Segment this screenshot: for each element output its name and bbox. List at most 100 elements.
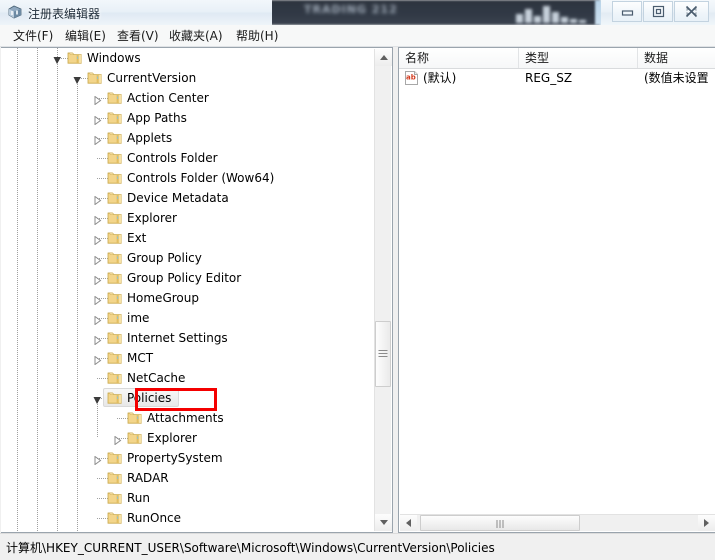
folder-icon	[107, 110, 123, 125]
tree-item-attachments[interactable]: Attachments	[1, 408, 374, 428]
tree-item-label: RunOnce	[127, 511, 182, 525]
menu-favorites[interactable]: 收藏夹(A)	[166, 28, 226, 45]
tree-expand-arrow-icon[interactable]	[93, 254, 102, 266]
registry-tree[interactable]: Windows CurrentVersion Action Center App Pa…	[1, 48, 374, 532]
menu-view[interactable]: 查看(V)	[114, 28, 162, 45]
tree-expand-arrow-icon[interactable]	[93, 314, 102, 326]
tree-expand-arrow-icon[interactable]	[113, 434, 122, 446]
scrollbar-grip-icon	[378, 350, 388, 357]
tree-expand-arrow-icon[interactable]	[93, 194, 102, 206]
folder-icon	[107, 330, 123, 345]
tree-item-app-paths[interactable]: App Paths	[1, 108, 374, 128]
tree-item-ext[interactable]: Ext	[1, 228, 374, 248]
maximize-icon	[644, 2, 672, 21]
tree-item-label: Device Metadata	[127, 191, 229, 205]
values-horizontal-scrollbar[interactable]	[400, 514, 715, 531]
scrollbar-grip-icon	[496, 520, 504, 528]
menu-bar: 文件(F) 编辑(E) 查看(V) 收藏夹(A) 帮助(H)	[0, 25, 715, 47]
tree-item-action-center[interactable]: Action Center	[1, 88, 374, 108]
menu-help[interactable]: 帮助(H)	[233, 28, 281, 45]
tree-collapse-arrow-icon[interactable]	[73, 74, 82, 84]
value-data: (数值未设置	[644, 71, 709, 85]
tree-expand-arrow-icon[interactable]	[93, 134, 102, 146]
tree-item-applets[interactable]: Applets	[1, 128, 374, 148]
folder-icon	[107, 230, 123, 245]
tree-item-controls-folder-wow64[interactable]: Controls Folder (Wow64)	[1, 168, 374, 188]
tree-vertical-scrollbar[interactable]	[374, 49, 392, 531]
close-button[interactable]	[674, 1, 709, 22]
values-scroll-right-button[interactable]	[698, 515, 715, 531]
tree-collapse-arrow-icon[interactable]	[93, 394, 102, 404]
tree-expand-arrow-icon[interactable]	[93, 354, 102, 366]
tree-item-propertysystem[interactable]: PropertySystem	[1, 448, 374, 468]
tree-expand-arrow-icon[interactable]	[93, 334, 102, 346]
window-title: 注册表编辑器	[28, 7, 101, 21]
tree-item-controls-folder[interactable]: Controls Folder	[1, 148, 374, 168]
values-list[interactable]: ab (默认) REG_SZ (数值未设置	[399, 69, 715, 509]
menu-edit[interactable]: 编辑(E)	[62, 28, 109, 45]
folder-icon	[107, 170, 123, 185]
tree-collapse-arrow-icon[interactable]	[53, 54, 62, 64]
tree-item-mct[interactable]: MCT	[1, 348, 374, 368]
tree-item-label: Explorer	[127, 211, 177, 225]
tree-expand-arrow-icon[interactable]	[93, 214, 102, 226]
value-name: (默认)	[423, 71, 457, 85]
tree-scrollbar-thumb[interactable]	[375, 321, 391, 387]
client-area: Windows CurrentVersion Action Center App Pa…	[0, 47, 715, 533]
registry-values-pane: 名称 类型 数据 ab (默认) REG_SZ (数值未设置	[398, 47, 715, 533]
registry-tree-pane: Windows CurrentVersion Action Center App Pa…	[1, 47, 393, 533]
tree-item-label: Policies	[127, 391, 172, 405]
close-icon	[675, 2, 708, 21]
tree-item-device-metadata[interactable]: Device Metadata	[1, 188, 374, 208]
tree-expand-arrow-icon[interactable]	[93, 234, 102, 246]
maximize-button[interactable]	[643, 1, 673, 22]
folder-icon	[107, 370, 123, 385]
tree-item-windows[interactable]: Windows	[1, 48, 374, 68]
status-bar: 计算机\HKEY_CURRENT_USER\Software\Microsoft…	[0, 533, 715, 560]
chevron-left-icon	[406, 519, 411, 527]
column-header-name[interactable]: 名称	[399, 48, 519, 68]
tree-item-run[interactable]: Run	[1, 488, 374, 508]
tree-item-runonce[interactable]: RunOnce	[1, 508, 374, 528]
tree-item-explorer[interactable]: Explorer	[1, 208, 374, 228]
tree-item-label: Attachments	[147, 411, 224, 425]
tree-item-homegroup[interactable]: HomeGroup	[1, 288, 374, 308]
tree-item-ime[interactable]: ime	[1, 308, 374, 328]
title-bar[interactable]: 注册表编辑器	[0, 0, 715, 25]
folder-icon	[107, 270, 123, 285]
menu-file[interactable]: 文件(F)	[10, 28, 56, 45]
tree-expand-arrow-icon[interactable]	[93, 454, 102, 466]
tree-item-currentversion[interactable]: CurrentVersion	[1, 68, 374, 88]
tree-scroll-down-button[interactable]	[375, 514, 392, 531]
tree-scroll-up-button[interactable]	[375, 49, 392, 66]
tree-expand-arrow-icon[interactable]	[93, 274, 102, 286]
registry-editor-icon	[7, 4, 23, 20]
minimize-button[interactable]	[612, 1, 642, 22]
tree-item-label: NetCache	[127, 371, 186, 385]
tree-item-label: Internet Settings	[127, 331, 228, 345]
tree-item-label: Ext	[127, 231, 147, 245]
tree-expand-arrow-icon[interactable]	[93, 294, 102, 306]
tree-item-label: RADAR	[127, 471, 169, 485]
values-scrollbar-thumb[interactable]	[420, 515, 580, 531]
folder-icon	[87, 70, 103, 85]
tree-item-netcache[interactable]: NetCache	[1, 368, 374, 388]
values-scroll-left-button[interactable]	[400, 515, 417, 531]
folder-icon	[107, 510, 123, 525]
folder-icon	[107, 250, 123, 265]
folder-icon	[107, 310, 123, 325]
column-header-type[interactable]: 类型	[519, 48, 638, 68]
tree-item-internet-settings[interactable]: Internet Settings	[1, 328, 374, 348]
tree-expand-arrow-icon[interactable]	[93, 114, 102, 126]
tree-item-explorer[interactable]: Explorer	[1, 428, 374, 448]
table-row[interactable]: ab (默认) REG_SZ (数值未设置	[399, 69, 715, 88]
tree-item-group-policy-editor[interactable]: Group Policy Editor	[1, 268, 374, 288]
folder-icon	[107, 290, 123, 305]
tree-expand-arrow-icon[interactable]	[93, 94, 102, 106]
tree-item-radar[interactable]: RADAR	[1, 468, 374, 488]
minimize-icon	[613, 2, 641, 21]
tree-item-group-policy[interactable]: Group Policy	[1, 248, 374, 268]
tree-item-policies[interactable]: Policies	[1, 388, 374, 408]
column-header-data[interactable]: 数据	[638, 48, 715, 68]
tree-item-label: Run	[127, 491, 151, 505]
